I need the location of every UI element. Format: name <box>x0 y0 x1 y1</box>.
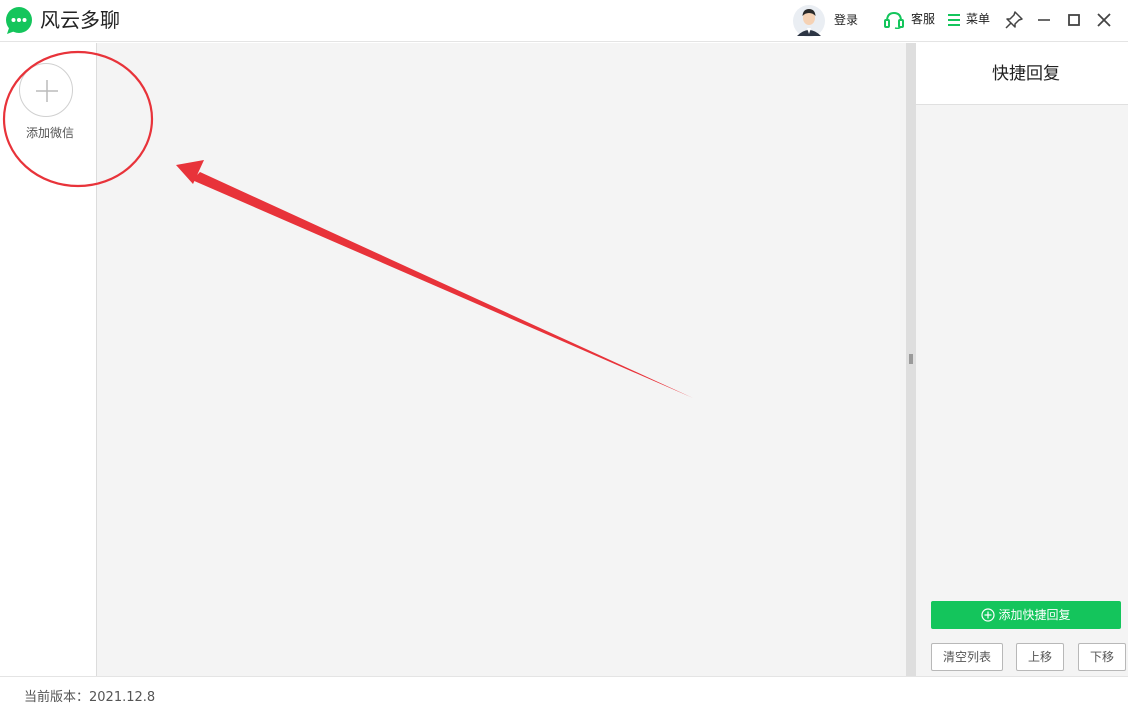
quick-reply-header: 快捷回复 <box>916 43 1128 105</box>
close-icon[interactable] <box>1094 10 1114 30</box>
clear-list-button[interactable]: 清空列表 <box>931 643 1003 671</box>
app-title: 风云多聊 <box>40 8 120 32</box>
add-wechat-label[interactable]: 添加微信 <box>0 126 100 140</box>
customer-service-link[interactable]: 客服 <box>911 11 935 27</box>
drag-handle-icon[interactable] <box>908 354 914 364</box>
menu-link[interactable]: 菜单 <box>966 11 990 27</box>
account-list-panel: 添加微信 <box>0 43 97 676</box>
pin-icon[interactable] <box>1004 10 1024 30</box>
menu-lines-icon[interactable] <box>948 13 960 27</box>
panel-splitter[interactable] <box>906 43 916 676</box>
quick-reply-title: 快捷回复 <box>992 64 1060 84</box>
status-bar: 当前版本：2021.12.8 <box>0 676 1128 708</box>
add-quick-reply-label: 添加快捷回复 <box>998 608 1071 622</box>
add-quick-reply-button[interactable]: 添加快捷回复 <box>931 601 1121 629</box>
login-link[interactable]: 登录 <box>834 12 858 28</box>
version-text: 当前版本：2021.12.8 <box>24 690 156 705</box>
move-down-button[interactable]: 下移 <box>1078 643 1126 671</box>
user-avatar-icon[interactable] <box>793 4 825 38</box>
chat-logo-icon <box>6 7 32 34</box>
maximize-icon[interactable] <box>1064 10 1084 30</box>
move-up-button[interactable]: 上移 <box>1016 643 1064 671</box>
plus-icon <box>36 80 58 102</box>
title-bar: 风云多聊 登录 客服 菜单 <box>0 0 1128 42</box>
chat-area <box>97 43 906 676</box>
minimize-icon[interactable] <box>1034 10 1054 30</box>
headset-icon[interactable] <box>883 11 905 29</box>
quick-reply-panel: 快捷回复 添加快捷回复 清空列表 上移 下移 <box>916 43 1128 676</box>
circle-plus-icon <box>981 608 996 622</box>
add-wechat-button[interactable] <box>19 63 73 117</box>
